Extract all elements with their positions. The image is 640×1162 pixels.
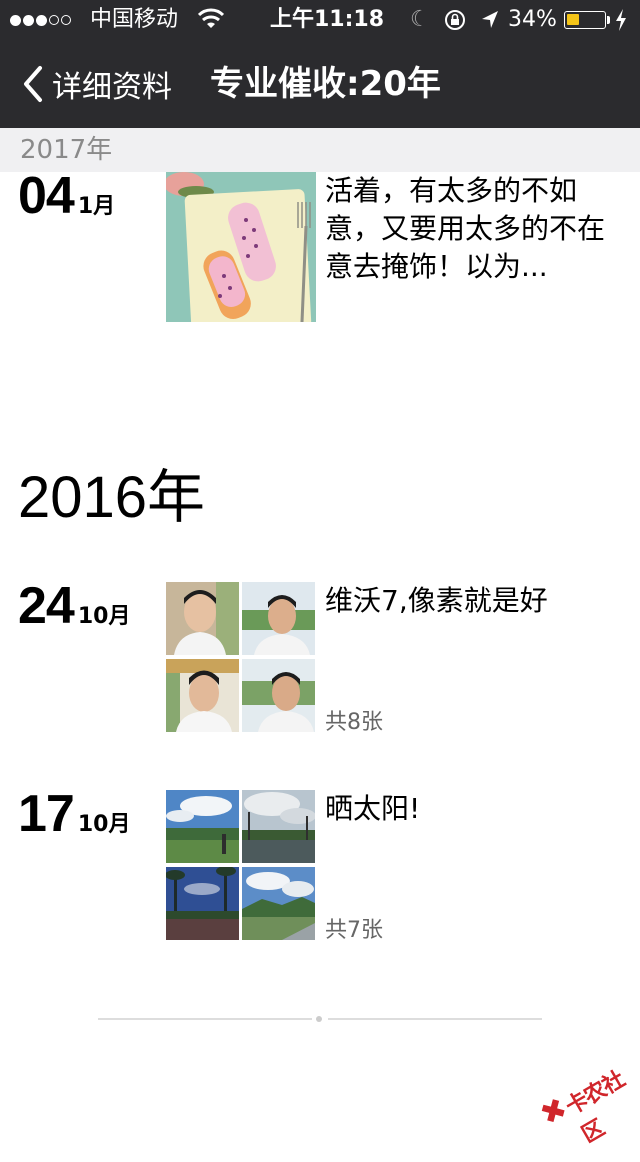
entry-date: 17 10月 [18,784,130,844]
photo-thumbnail[interactable] [242,582,315,655]
entry-day: 17 [18,785,75,843]
location-arrow-icon [480,6,500,34]
year-heading: 2016年 [18,465,206,530]
entry-photo-grid[interactable] [166,790,316,940]
rotation-lock-icon [443,6,467,34]
chevron-left-icon [24,66,42,102]
entry-caption: 维沃7,像素就是好 [325,584,548,617]
page-title: 专业催收:20年 [210,64,441,104]
watermark-text: 卡农社区 [561,1067,629,1149]
entry-caption: 晒太阳! [325,792,421,825]
clock: 上午11:18 [270,7,385,32]
photo-thumbnail[interactable] [166,790,239,863]
back-button[interactable]: 详细资料 [18,60,172,108]
photo-thumbnail[interactable] [166,582,239,655]
photo-thumbnail[interactable] [242,659,315,732]
photo-thumbnail[interactable] [166,659,239,732]
entry-date: 24 10月 [18,576,130,636]
photo-count: 共7张 [325,918,383,943]
navigation-bar: 详细资料 专业催收:20年 [0,40,640,128]
signal-strength-icon [10,6,73,34]
entry-caption: 活着，有太多的不如意，又要用太多的不在意去掩饰！以为... [325,174,606,283]
entry-month: 10月 [77,812,131,837]
photo-count: 共8张 [325,710,383,735]
charging-bolt-icon [614,6,628,34]
photo-thumbnail[interactable] [242,867,315,940]
photo-thumbnail[interactable] [242,790,315,863]
entry-date: 04 1月 [18,166,115,226]
end-of-list-divider [98,1016,542,1022]
watermark-logo: ✖ 卡农社区 [527,1041,640,1148]
entry-day: 04 [18,167,75,225]
battery-icon [564,11,606,29]
entry-month: 10月 [77,604,131,629]
status-bar: 中国移动 上午11:18 ☾ 34% [0,0,640,40]
moon-icon: ☾ [410,7,430,32]
entry-day: 24 [18,577,75,635]
photo-thumbnail[interactable] [166,867,239,940]
entry-photo-dessert[interactable] [166,172,316,322]
carrier-label: 中国移动 [90,7,179,32]
battery-percent: 34% [508,7,557,32]
back-button-label: 详细资料 [52,70,172,105]
entry-month: 1月 [77,194,116,219]
entry-photo-grid[interactable] [166,582,316,732]
wifi-icon [197,8,225,38]
